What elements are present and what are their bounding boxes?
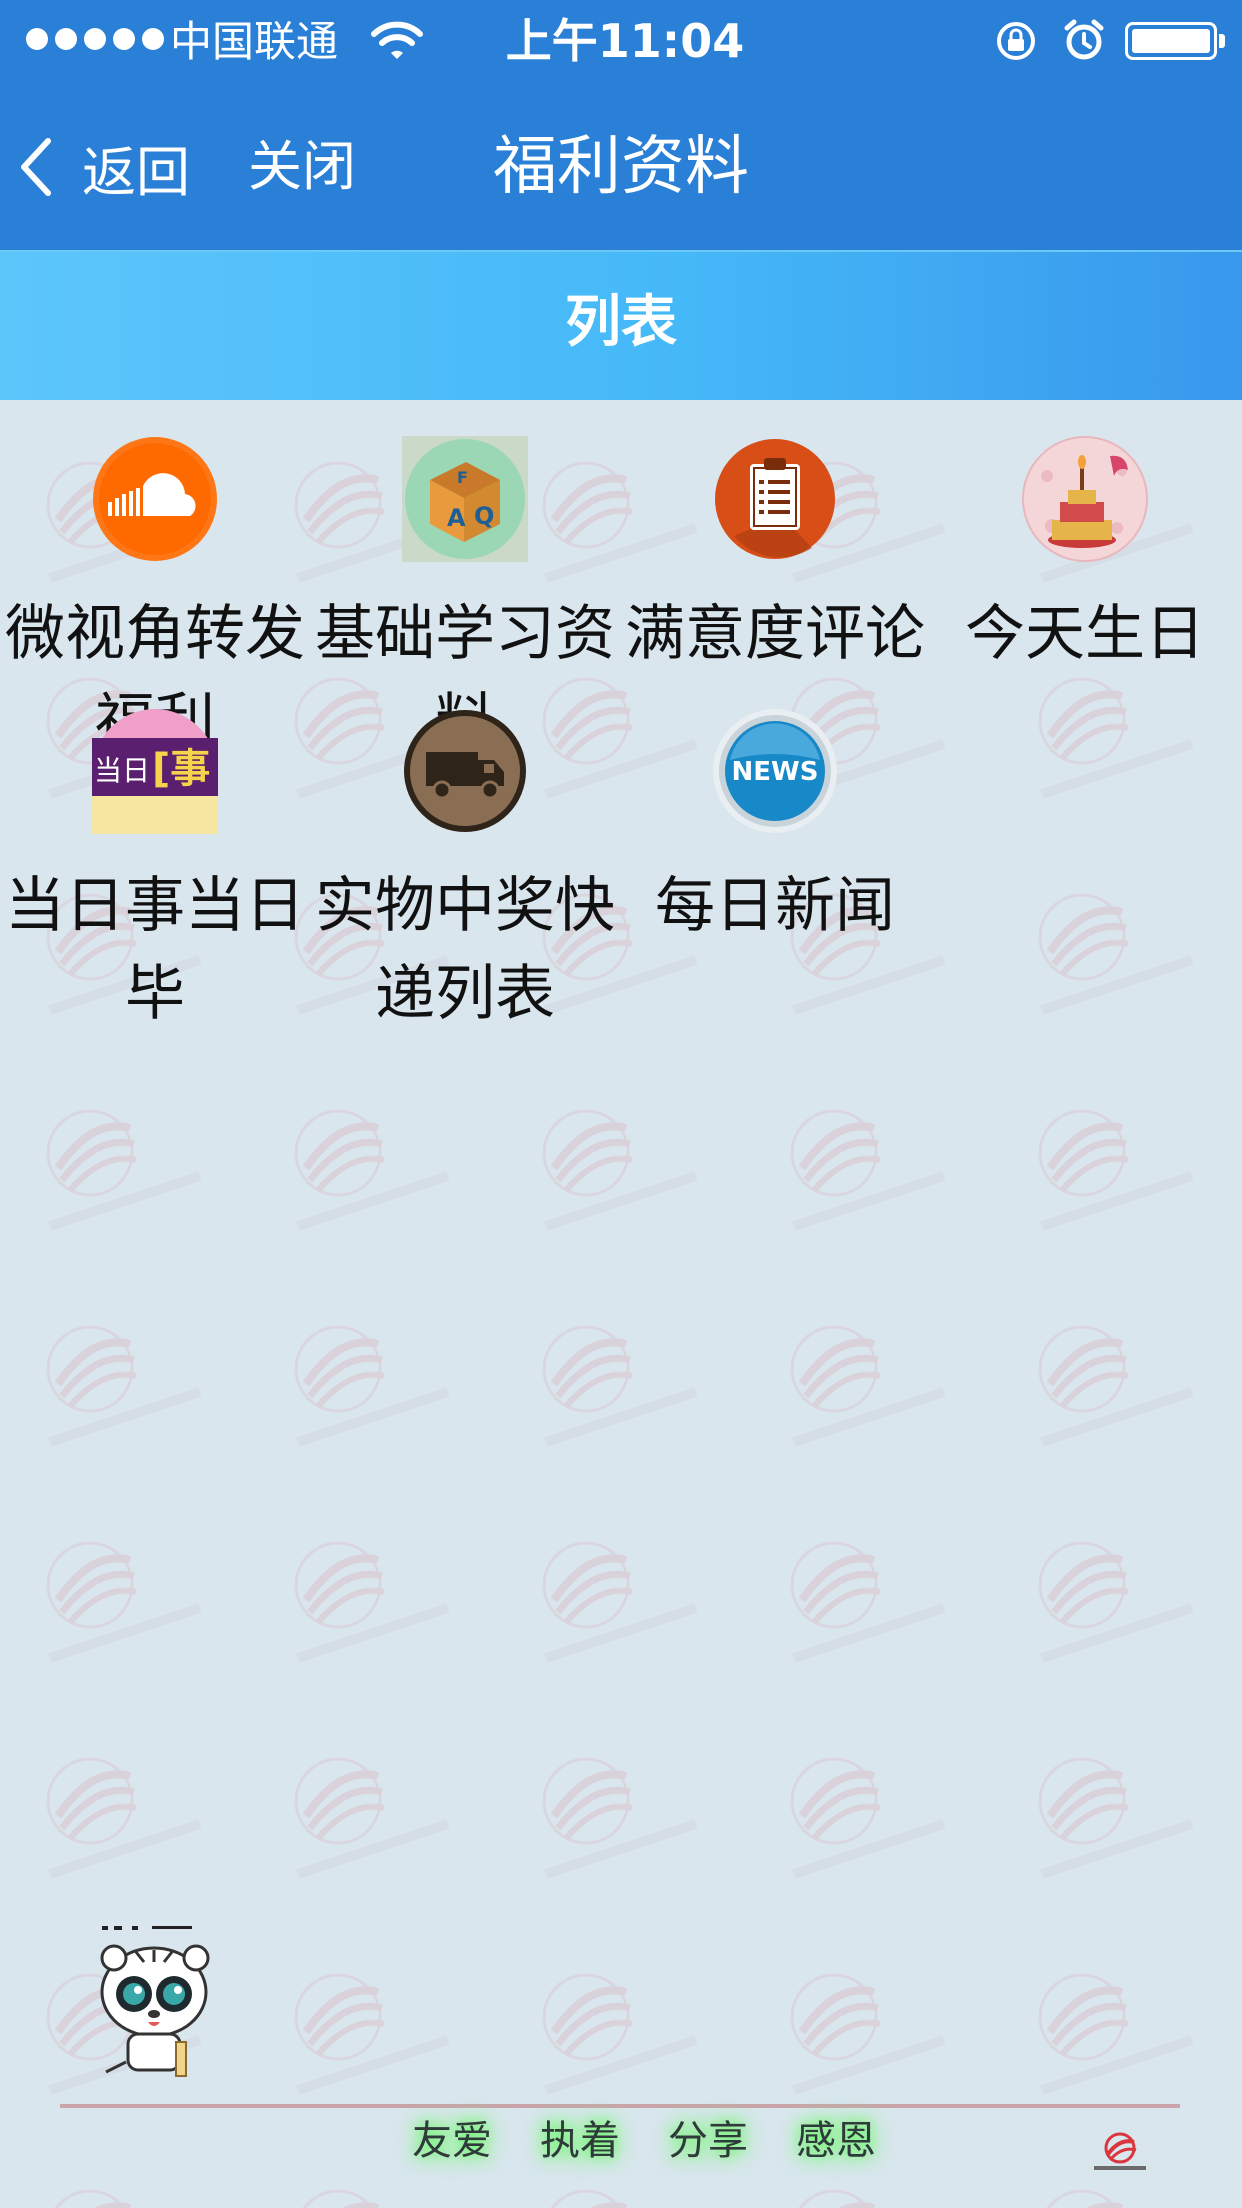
- grid-item-label: 当日事当日毕: [5, 871, 305, 1029]
- page-title: 福利资料: [493, 130, 749, 204]
- brand-logo-icon: [1094, 2132, 1146, 2170]
- faq-blocks-icon: A Q F: [402, 436, 528, 562]
- battery-icon: [1125, 22, 1217, 60]
- grid-item-label: 满意度评论: [625, 599, 925, 669]
- alarm-clock-icon: [1064, 19, 1104, 60]
- footer-divider: [60, 2104, 1180, 2108]
- grid-item-news[interactable]: NEWS 每日新闻: [620, 708, 930, 950]
- svg-text:A: A: [447, 504, 466, 532]
- mascot-tiger-icon: [100, 1926, 210, 2077]
- status-time: 上午11:04: [505, 14, 745, 68]
- soundcloud-icon: [93, 437, 217, 561]
- motto-word: 感恩: [796, 2118, 876, 2164]
- motto-word: 执着: [540, 2118, 620, 2164]
- svg-text:NEWS: NEWS: [732, 757, 819, 787]
- birthday-cake-icon: [1022, 436, 1148, 562]
- dangrishi-icon: 当日 [事: [92, 709, 218, 834]
- grid-item-label: 实物中奖快递列表: [315, 871, 615, 1029]
- clipboard-icon: [715, 439, 835, 559]
- svg-text:Q: Q: [474, 502, 494, 530]
- grid-item-delivery[interactable]: 实物中奖快递列表: [310, 708, 620, 1038]
- grid-item-label: 每日新闻: [655, 871, 895, 941]
- status-bar: 中国联通 上午11:04: [0, 0, 1242, 82]
- news-icon: NEWS: [713, 709, 837, 833]
- footer-motto: 友爱 执着 分享 感恩: [408, 2112, 880, 2170]
- grid-item-manyidu[interactable]: 满意度评论: [620, 436, 930, 678]
- svg-text:[事: [事: [152, 746, 210, 792]
- battery-tip: [1219, 34, 1225, 48]
- svg-text:当日: 当日: [94, 754, 150, 787]
- battery-fill: [1132, 29, 1210, 53]
- delivery-truck-icon: [404, 710, 526, 832]
- grid-item-label: 今天生日: [965, 599, 1205, 669]
- nav-bar: 返回 关闭 福利资料: [0, 82, 1242, 250]
- section-header: 列表: [0, 250, 1242, 400]
- rotation-lock-icon: [997, 22, 1035, 60]
- grid-item-birthday[interactable]: 今天生日: [930, 436, 1240, 678]
- page: 中国联通 上午11:04 返回 关闭 福利资料 列表 微视角转发 A Q F 基…: [0, 0, 1242, 2208]
- grid-item-dangrishi[interactable]: 当日 [事 当日事当日毕: [0, 708, 310, 1038]
- motto-word: 友爱: [412, 2118, 492, 2164]
- svg-text:F: F: [457, 468, 468, 487]
- motto-word: 分享: [668, 2118, 748, 2164]
